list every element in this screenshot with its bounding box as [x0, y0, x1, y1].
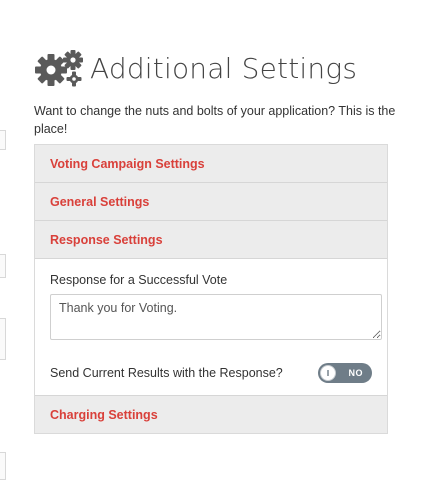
- toggle-knob: [320, 365, 336, 381]
- response-settings-header[interactable]: Response Settings: [35, 221, 387, 259]
- settings-accordion: Voting Campaign Settings General Setting…: [34, 144, 388, 434]
- send-results-label: Send Current Results with the Response?: [50, 366, 283, 380]
- charging-settings-header[interactable]: Charging Settings: [35, 396, 387, 433]
- send-results-toggle[interactable]: NO: [318, 363, 372, 383]
- response-settings-body: Response for a Successful Vote Thank you…: [35, 259, 387, 396]
- send-results-row: Send Current Results with the Response? …: [50, 361, 372, 385]
- successful-vote-response-label: Response for a Successful Vote: [50, 273, 228, 287]
- page-description: Want to change the nuts and bolts of you…: [34, 104, 396, 136]
- voting-campaign-settings-header[interactable]: Voting Campaign Settings: [35, 145, 387, 183]
- general-settings-header[interactable]: General Settings: [35, 183, 387, 221]
- gears-icon: [34, 48, 86, 88]
- left-fragment-box: [0, 130, 6, 150]
- page-title: Additional Settings: [90, 51, 358, 85]
- left-fragment-box: [0, 318, 6, 360]
- left-fragment-box: [0, 254, 6, 278]
- title-row: Additional Settings: [34, 40, 420, 96]
- left-fragment-box: [0, 452, 6, 480]
- additional-settings-panel: Additional Settings Want to change the n…: [34, 40, 420, 434]
- toggle-state-text: NO: [348, 368, 363, 378]
- successful-vote-response-input[interactable]: Thank you for Voting.: [50, 294, 382, 340]
- left-edge-fragments: [0, 0, 10, 484]
